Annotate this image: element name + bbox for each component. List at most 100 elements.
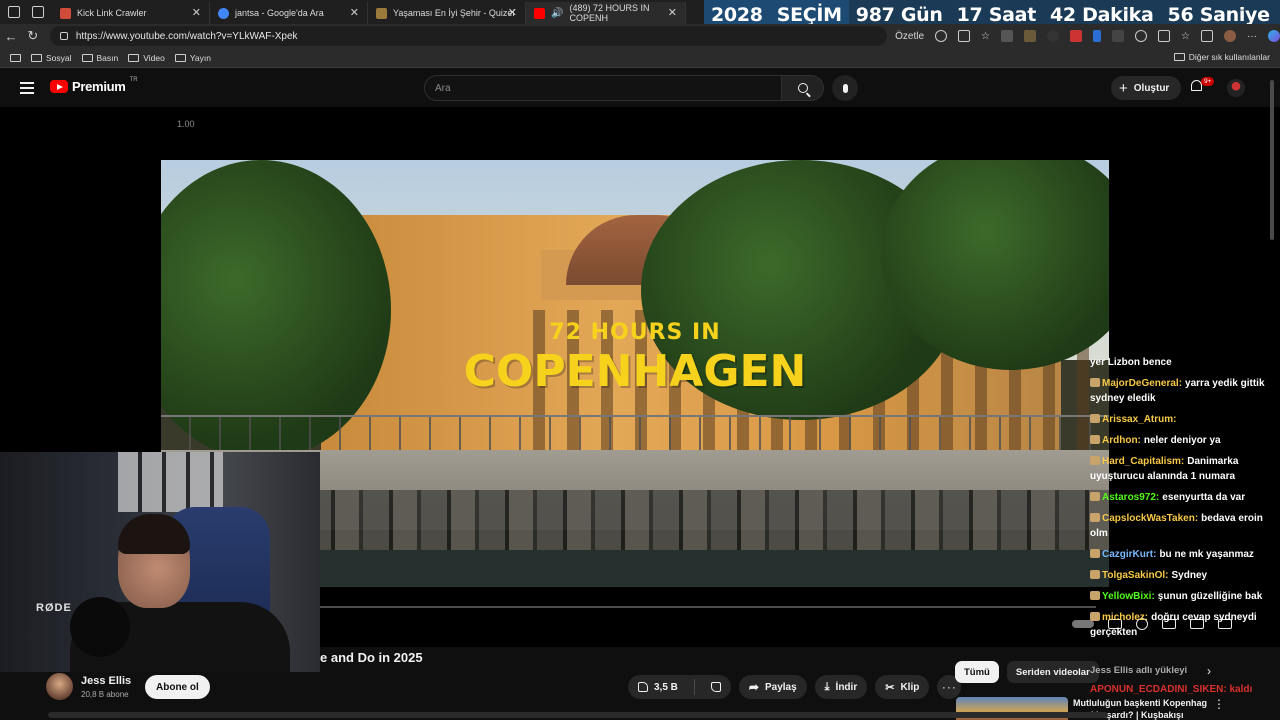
speaker-icon[interactable]: 🔊 <box>551 8 563 19</box>
voice-search-button[interactable] <box>832 75 858 101</box>
bookmark-folder-basin[interactable]: Basın <box>81 53 118 63</box>
recommended-more-icon[interactable]: ⋮ <box>1213 697 1225 711</box>
like-button[interactable]: 3,5 B <box>628 675 688 699</box>
chip-series-videos[interactable]: Seriden videolar <box>1006 661 1099 683</box>
folder-icon <box>128 53 140 62</box>
close-icon[interactable]: ✕ <box>350 6 359 19</box>
chat-message: CazgirKurt: bu ne mk yaşanmaz <box>1090 547 1280 562</box>
chat-username[interactable]: Astaros972: <box>1102 492 1159 503</box>
close-icon[interactable]: ✕ <box>192 6 201 19</box>
bookmark-label: Yayın <box>189 52 211 63</box>
tab-actions-icon[interactable] <box>32 6 44 18</box>
folder-icon <box>1173 53 1185 61</box>
close-icon[interactable]: ✕ <box>508 6 517 19</box>
chat-message: Astaros972: esenyurtta da var <box>1090 490 1280 505</box>
chat-message: YellowBixi: şunun güzelliğine bak <box>1090 589 1280 604</box>
collections-icon[interactable] <box>1200 30 1213 42</box>
extension-icon[interactable] <box>1024 30 1037 42</box>
chat-username[interactable]: YellowBixi: <box>1102 591 1155 602</box>
browser-tab-quiz[interactable]: Yaşaması En İyi Şehir - Quizei ✕ <box>368 2 526 24</box>
chat-badge-icon <box>1090 492 1100 501</box>
extension-icon[interactable] <box>1047 30 1060 42</box>
close-icon[interactable]: ✕ <box>668 6 677 19</box>
channel-avatar[interactable] <box>46 673 73 700</box>
other-bookmarks[interactable]: Diğer sık kullanılanlar <box>1173 52 1270 62</box>
split-screen-icon[interactable] <box>1158 30 1171 42</box>
youtube-premium-logo[interactable]: Premium TR <box>50 76 138 94</box>
chat-username[interactable]: micholez: <box>1102 612 1148 623</box>
like-count: 3,5 B <box>654 681 678 693</box>
bookmark-folder-yayin[interactable]: Yayın <box>174 52 211 63</box>
refresh-icon[interactable]: ↻ <box>22 28 44 44</box>
bookmark-folder-sosyal[interactable]: Sosyal <box>31 53 72 63</box>
chat-username[interactable]: Ardhon: <box>1102 435 1141 446</box>
chat-username[interactable]: MajorDeGeneral: <box>1102 378 1182 389</box>
chat-overlap-line-red: APONUN_ECDADINI_SIKEN: kaldı <box>1090 684 1253 695</box>
subscriber-count: 20,8 B abone <box>81 690 129 699</box>
bookmarks-sidebar-icon[interactable] <box>10 53 21 62</box>
copilot-icon[interactable] <box>935 30 948 42</box>
channel-name[interactable]: Jess Ellis <box>81 675 131 687</box>
grid-icon[interactable] <box>958 30 971 42</box>
account-avatar[interactable] <box>1227 79 1245 97</box>
bookmark-folder-video[interactable]: Video <box>128 53 165 63</box>
microphone-icon <box>842 83 848 93</box>
favorite-star-icon[interactable]: ☆ <box>981 31 990 42</box>
window-controls <box>0 0 52 24</box>
profile-avatar[interactable] <box>1223 30 1236 42</box>
extensions-puzzle-icon[interactable] <box>1135 30 1148 42</box>
chat-username[interactable]: TolgaSakinOl: <box>1102 570 1169 581</box>
download-icon: ⤓ <box>824 680 830 693</box>
extension-icon[interactable] <box>1070 30 1083 42</box>
video-overlay-title-top: 72 HOURS IN <box>549 320 721 345</box>
plus-icon: + <box>1119 79 1128 97</box>
chat-username[interactable]: Hard_Capitalism: <box>1102 456 1184 467</box>
folder-icon <box>81 53 93 62</box>
video-railing <box>161 415 1109 455</box>
logo-region: TR <box>129 76 138 83</box>
chat-username[interactable]: CapslockWasTaken: <box>1102 513 1198 524</box>
page-scrollbar[interactable] <box>1268 70 1276 720</box>
browser-tab-youtube[interactable]: 🔊 (489) 72 HOURS IN COPENH ✕ <box>526 2 686 24</box>
dislike-button[interactable] <box>701 675 731 699</box>
browser-tab-google[interactable]: jantsa - Google'da Ara ✕ <box>210 2 368 24</box>
favorites-icon[interactable]: ☆ <box>1181 31 1190 42</box>
chip-all[interactable]: Tümü <box>955 661 999 683</box>
workspaces-icon[interactable] <box>8 6 20 18</box>
bookmarks-bar: Sosyal Basın Video Yayın Diğer sık kulla… <box>0 48 1280 68</box>
youtube-masthead: Premium TR Ara + Oluştur 9+ <box>0 69 1280 107</box>
chat-badge-icon <box>1090 414 1100 423</box>
chips-next-icon[interactable]: › <box>1207 664 1211 678</box>
bookmark-label: Video <box>143 52 165 63</box>
streamer-webcam: RØDE <box>0 452 320 672</box>
search-button[interactable] <box>782 75 824 101</box>
subscribe-button[interactable]: Abone ol <box>145 675 210 699</box>
summarize-label[interactable]: Özetle <box>895 31 924 42</box>
toolbar-extensions: Özetle ☆ ☆ ··· <box>895 30 1280 42</box>
create-button[interactable]: + Oluştur <box>1111 76 1182 100</box>
logo-text: Premium <box>72 79 126 94</box>
search-input[interactable]: Ara <box>424 75 782 101</box>
copilot-sidebar-icon[interactable] <box>1267 30 1280 42</box>
folder-icon <box>31 53 42 62</box>
url-field[interactable]: https://www.youtube.com/watch?v=YLkWAF-X… <box>49 26 888 46</box>
more-menu-icon[interactable]: ··· <box>1247 31 1257 42</box>
chat-username[interactable]: Arissax_Atrum: <box>1102 414 1176 425</box>
extension-icon[interactable] <box>1093 30 1102 42</box>
menu-icon[interactable] <box>20 82 34 94</box>
chat-username[interactable]: CazgirKurt: <box>1102 549 1156 560</box>
extension-icon[interactable] <box>1001 30 1014 42</box>
back-icon[interactable]: ← <box>0 29 22 44</box>
chat-badge-icon <box>1090 570 1100 579</box>
chat-badge-icon <box>1090 435 1100 444</box>
horizontal-scrollbar[interactable] <box>48 712 1108 718</box>
recommendation-chips: Tümü Seriden videolar <box>955 661 1099 683</box>
site-info-icon[interactable] <box>59 32 68 40</box>
extension-icon[interactable] <box>1112 30 1125 42</box>
clip-button[interactable]: ✂ Klip <box>875 675 930 699</box>
share-button[interactable]: ➦ Paylaş <box>738 675 807 699</box>
search-bar: Ara <box>424 75 824 101</box>
download-button[interactable]: ⤓ İndir <box>814 675 868 699</box>
browser-tab-kick[interactable]: Kick Link Crawler ✕ <box>52 2 210 24</box>
share-label: Paylaş <box>764 681 797 693</box>
